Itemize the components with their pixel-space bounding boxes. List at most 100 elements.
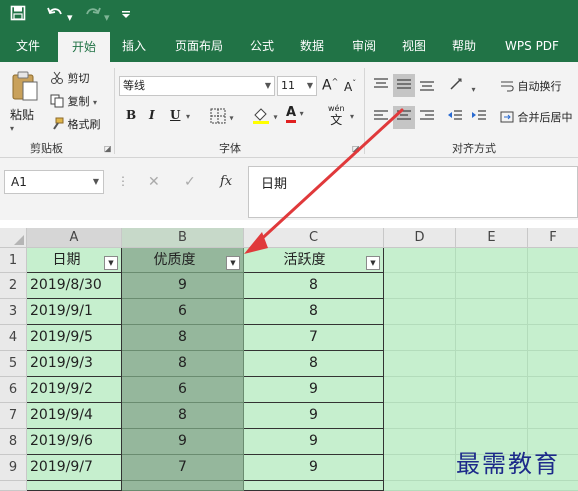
cell[interactable] bbox=[528, 273, 578, 299]
chevron-down-icon[interactable]: ▼ bbox=[93, 171, 99, 193]
cell[interactable] bbox=[384, 248, 456, 273]
row-header[interactable]: 7 bbox=[0, 403, 27, 429]
undo-icon[interactable] bbox=[46, 5, 64, 26]
underline-button[interactable]: U bbox=[170, 108, 180, 122]
select-all-corner[interactable] bbox=[0, 228, 27, 248]
date-cell[interactable]: 2019/9/2 bbox=[27, 377, 122, 403]
header-cell-activity[interactable]: 活跃度 bbox=[244, 248, 384, 273]
cell[interactable] bbox=[384, 403, 456, 429]
row-header[interactable]: 8 bbox=[0, 429, 27, 455]
align-middle-button[interactable] bbox=[393, 74, 415, 97]
cell[interactable] bbox=[528, 248, 578, 273]
orientation-dropdown-icon[interactable]: ▾ bbox=[472, 85, 476, 94]
tab-review[interactable]: 审阅 bbox=[342, 30, 386, 62]
activity-cell[interactable]: 9 bbox=[244, 455, 384, 481]
column-header-d[interactable]: D bbox=[384, 228, 456, 248]
bold-button[interactable]: B bbox=[126, 108, 136, 122]
cell[interactable] bbox=[384, 325, 456, 351]
date-cell[interactable]: 2019/9/5 bbox=[27, 325, 122, 351]
cell[interactable] bbox=[456, 325, 528, 351]
column-header-f[interactable]: F bbox=[528, 228, 578, 248]
phonetic-button[interactable]: wén 文 bbox=[328, 104, 345, 127]
quality-cell[interactable]: 9 bbox=[122, 273, 244, 299]
row-header[interactable]: 6 bbox=[0, 377, 27, 403]
cell[interactable] bbox=[384, 455, 456, 481]
cell[interactable] bbox=[384, 351, 456, 377]
cell[interactable] bbox=[528, 299, 578, 325]
font-color-button[interactable]: A ▾ bbox=[286, 106, 304, 123]
filter-dropdown-icon[interactable]: ▼ bbox=[366, 256, 380, 270]
underline-dropdown-icon[interactable]: ▾ bbox=[186, 112, 190, 121]
merge-center-button[interactable]: 合并后居中 bbox=[500, 109, 573, 127]
tab-wps-pdf[interactable]: WPS PDF bbox=[498, 30, 566, 62]
quality-cell[interactable]: 8 bbox=[122, 351, 244, 377]
quality-cell[interactable]: 8 bbox=[122, 403, 244, 429]
format-painter-button[interactable]: 格式刷 bbox=[50, 116, 101, 134]
row-header[interactable]: 3 bbox=[0, 299, 27, 325]
row-header[interactable] bbox=[0, 481, 27, 491]
tab-home[interactable]: 开始 bbox=[58, 32, 110, 62]
insert-function-button[interactable]: fx bbox=[220, 174, 232, 189]
cell[interactable] bbox=[528, 325, 578, 351]
quality-cell[interactable]: 6 bbox=[122, 377, 244, 403]
confirm-button[interactable]: ✓ bbox=[184, 174, 196, 190]
tab-view[interactable]: 视图 bbox=[392, 30, 436, 62]
undo-dropdown-icon[interactable]: ▾ bbox=[67, 8, 73, 28]
date-cell[interactable]: 2019/9/6 bbox=[27, 429, 122, 455]
increase-indent-button[interactable] bbox=[470, 108, 488, 127]
tab-insert[interactable]: 插入 bbox=[112, 30, 156, 62]
cancel-button[interactable]: ✕ bbox=[148, 174, 160, 190]
font-launcher-icon[interactable]: ◪ bbox=[352, 144, 360, 153]
quality-cell[interactable]: 9 bbox=[122, 429, 244, 455]
redo-dropdown-icon[interactable]: ▾ bbox=[104, 8, 110, 28]
cell[interactable] bbox=[456, 377, 528, 403]
tab-help[interactable]: 帮助 bbox=[442, 30, 486, 62]
row-header[interactable]: 4 bbox=[0, 325, 27, 351]
save-icon[interactable] bbox=[10, 5, 26, 26]
clipboard-launcher-icon[interactable]: ◪ bbox=[104, 144, 112, 153]
quality-cell[interactable]: 6 bbox=[122, 299, 244, 325]
cell[interactable] bbox=[528, 377, 578, 403]
formula-input[interactable]: 日期 bbox=[248, 166, 578, 218]
column-header-e[interactable]: E bbox=[456, 228, 528, 248]
redo-icon[interactable] bbox=[84, 5, 102, 26]
activity-cell[interactable]: 9 bbox=[244, 403, 384, 429]
cell[interactable] bbox=[122, 481, 244, 491]
date-cell[interactable]: 2019/9/4 bbox=[27, 403, 122, 429]
shrink-font-button[interactable]: Aˇ bbox=[344, 79, 356, 94]
activity-cell[interactable]: 7 bbox=[244, 325, 384, 351]
copy-dropdown-icon[interactable]: ▾ bbox=[93, 98, 97, 107]
activity-cell[interactable]: 8 bbox=[244, 273, 384, 299]
cell[interactable] bbox=[456, 403, 528, 429]
date-cell[interactable]: 2019/9/7 bbox=[27, 455, 122, 481]
wrap-text-button[interactable]: 自动换行 bbox=[500, 78, 562, 96]
activity-cell[interactable]: 8 bbox=[244, 299, 384, 325]
quality-cell[interactable]: 7 bbox=[122, 455, 244, 481]
fill-color-button[interactable]: ▾ bbox=[252, 106, 278, 127]
align-left-button[interactable] bbox=[372, 108, 390, 127]
align-center-button[interactable] bbox=[393, 106, 415, 129]
cell[interactable] bbox=[456, 273, 528, 299]
date-cell[interactable]: 2019/9/1 bbox=[27, 299, 122, 325]
cell[interactable] bbox=[384, 377, 456, 403]
cell[interactable] bbox=[384, 429, 456, 455]
activity-cell[interactable]: 9 bbox=[244, 429, 384, 455]
tab-formulas[interactable]: 公式 bbox=[240, 30, 284, 62]
column-header-a[interactable]: A bbox=[27, 228, 122, 248]
cell[interactable] bbox=[27, 481, 122, 491]
align-top-button[interactable] bbox=[372, 76, 390, 95]
cell[interactable] bbox=[528, 351, 578, 377]
cell[interactable] bbox=[528, 403, 578, 429]
align-bottom-button[interactable] bbox=[418, 76, 436, 95]
orientation-button[interactable]: ▾ bbox=[448, 76, 476, 95]
cell[interactable] bbox=[384, 481, 578, 491]
column-header-c[interactable]: C bbox=[244, 228, 384, 248]
filter-dropdown-icon[interactable]: ▼ bbox=[104, 256, 118, 270]
cell[interactable] bbox=[384, 299, 456, 325]
paste-dropdown-icon[interactable]: ▾ bbox=[10, 124, 14, 133]
grow-font-button[interactable]: A^ bbox=[322, 77, 338, 94]
font-name-select[interactable]: 等线 ▼ bbox=[119, 76, 275, 96]
italic-button[interactable]: I bbox=[149, 108, 155, 122]
tab-data[interactable]: 数据 bbox=[290, 30, 334, 62]
date-cell[interactable]: 2019/8/30 bbox=[27, 273, 122, 299]
